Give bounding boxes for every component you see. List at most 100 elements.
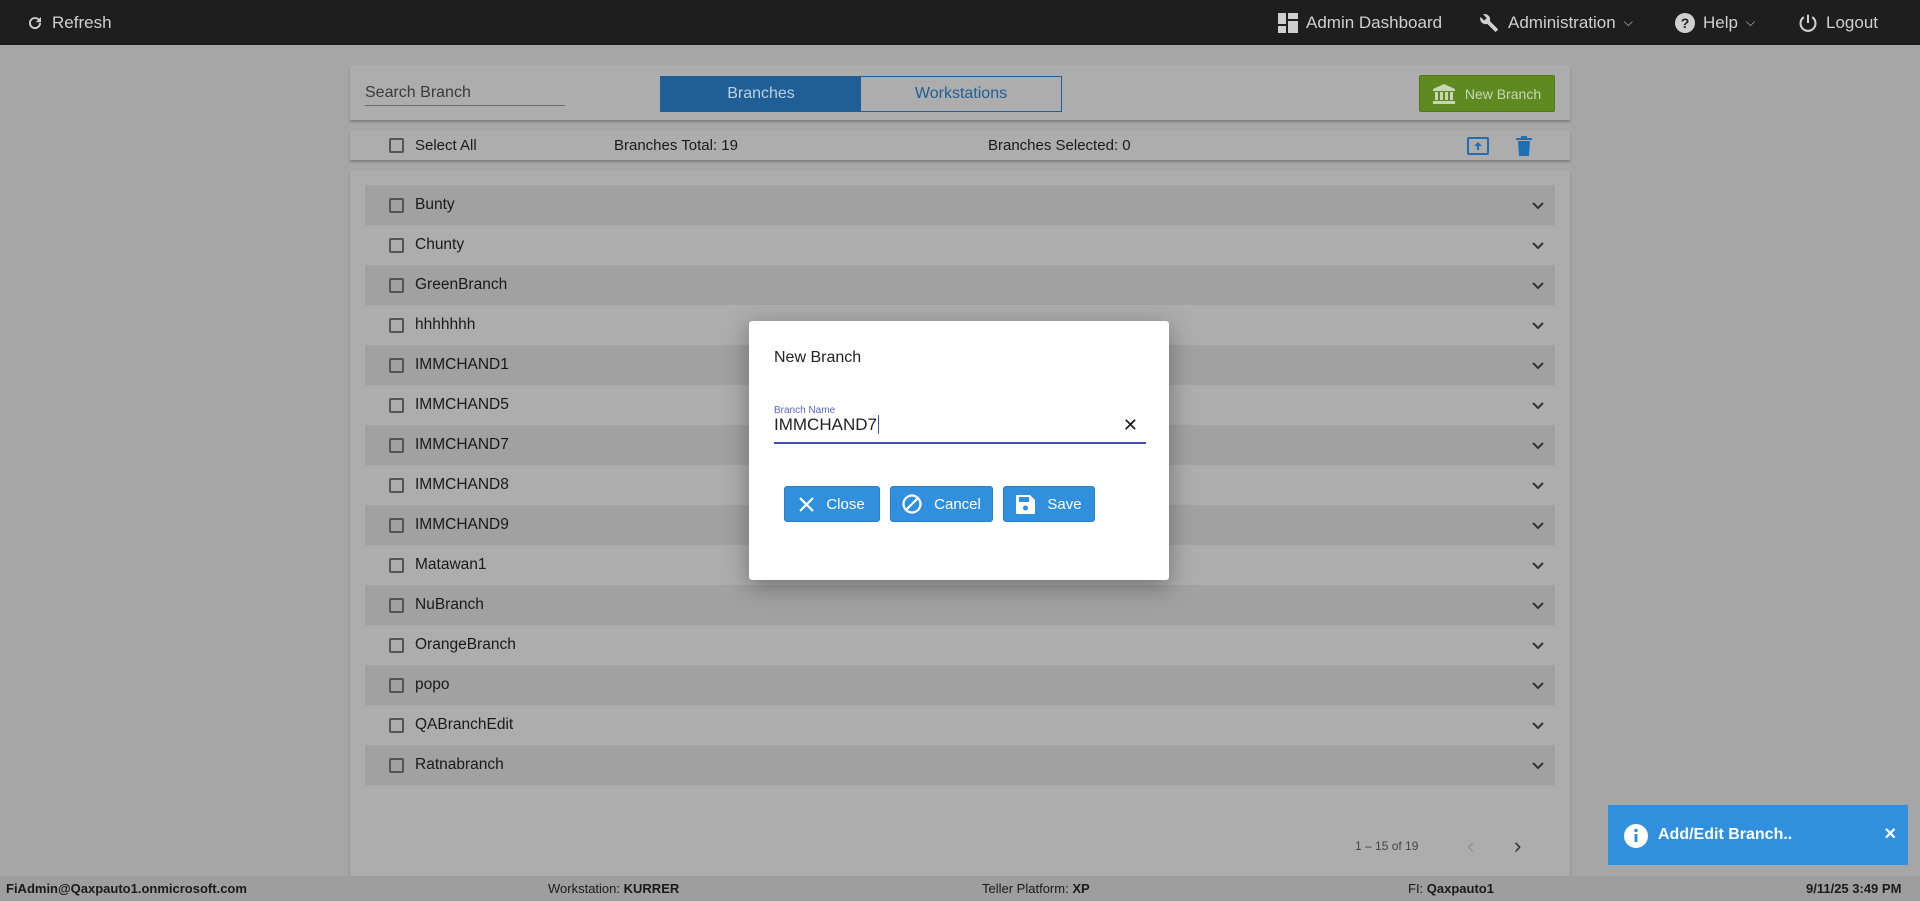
branch-checkbox[interactable]: [389, 397, 404, 413]
chevron-down-icon[interactable]: [1531, 638, 1545, 652]
branch-row[interactable]: popo: [365, 665, 1555, 705]
branch-row[interactable]: Bunty: [365, 185, 1555, 225]
branch-checkbox[interactable]: [389, 437, 404, 453]
chevron-down-icon[interactable]: [1531, 518, 1545, 532]
workstation-value: KURRER: [623, 881, 680, 896]
chevron-down-icon[interactable]: [1531, 718, 1545, 732]
logout-button[interactable]: Logout: [1798, 0, 1878, 45]
admin-dashboard-link[interactable]: Admin Dashboard: [1278, 0, 1442, 45]
toast-close-button[interactable]: ×: [1884, 823, 1896, 846]
logout-label: Logout: [1826, 12, 1878, 32]
chevron-down-icon[interactable]: [1531, 478, 1545, 492]
branch-name: IMMCHAND8: [415, 476, 509, 493]
chevron-down-icon[interactable]: [1531, 438, 1545, 452]
chevron-down-icon[interactable]: [1531, 758, 1545, 772]
branch-row[interactable]: Chunty: [365, 225, 1555, 265]
branch-name: popo: [415, 676, 450, 693]
branch-checkbox[interactable]: [389, 317, 404, 333]
branch-checkbox[interactable]: [389, 357, 404, 373]
chevron-down-icon[interactable]: [1531, 198, 1545, 212]
bank-icon: [1432, 83, 1455, 104]
tab-branches[interactable]: Branches: [661, 77, 861, 111]
new-branch-dialog: New Branch Branch Name IMMCHAND7 ✕ Close…: [749, 321, 1169, 580]
select-all[interactable]: Select All: [389, 131, 477, 160]
branch-name: GreenBranch: [415, 276, 508, 293]
branch-checkbox[interactable]: [389, 757, 404, 773]
administration-label: Administration: [1508, 12, 1616, 32]
fi-value: Qaxpauto1: [1426, 881, 1494, 896]
top-bar: Refresh Admin Dashboard Administration ⌵…: [0, 0, 1920, 45]
toast-message: Add/Edit Branch..: [1658, 826, 1793, 843]
chevron-down-icon: ⌵: [1623, 15, 1633, 29]
branch-name: Bunty: [415, 196, 455, 213]
chevron-down-icon[interactable]: [1531, 558, 1545, 572]
branch-row[interactable]: Ratnabranch: [365, 745, 1555, 785]
branch-row[interactable]: GreenBranch: [365, 265, 1555, 305]
chevron-down-icon[interactable]: [1531, 678, 1545, 692]
save-icon: [1016, 494, 1036, 514]
branch-row[interactable]: NuBranch: [365, 585, 1555, 625]
previous-page-button[interactable]: ‹: [1467, 833, 1474, 859]
branch-name: hhhhhhh: [415, 316, 476, 333]
branch-checkbox[interactable]: [389, 517, 404, 533]
save-label: Save: [1047, 495, 1082, 513]
save-button[interactable]: Save: [1003, 486, 1095, 522]
branch-name: QABranchEdit: [415, 716, 514, 733]
delete-button[interactable]: [1516, 131, 1532, 160]
branch-name-value: IMMCHAND7: [774, 415, 879, 434]
branch-checkbox[interactable]: [389, 197, 404, 213]
status-bar: FiAdmin@Qaxpauto1.onmicrosoft.com Workst…: [0, 876, 1920, 901]
branch-checkbox[interactable]: [389, 477, 404, 493]
branch-checkbox[interactable]: [389, 717, 404, 733]
branch-checkbox[interactable]: [389, 237, 404, 253]
tab-workstations[interactable]: Workstations: [861, 77, 1061, 111]
branch-name: IMMCHAND9: [415, 516, 509, 533]
fi-label: FI:: [1408, 881, 1424, 896]
upload-button[interactable]: [1467, 131, 1489, 160]
chevron-down-icon[interactable]: [1531, 358, 1545, 372]
dialog-title: New Branch: [774, 349, 862, 366]
administration-menu[interactable]: Administration ⌵: [1478, 0, 1633, 45]
next-page-button[interactable]: ›: [1514, 833, 1521, 859]
ban-icon: [902, 494, 922, 514]
new-branch-label: New Branch: [1464, 85, 1542, 102]
dashboard-icon: [1278, 12, 1298, 33]
trash-icon: [1516, 135, 1532, 156]
close-button[interactable]: Close: [784, 486, 880, 522]
select-all-checkbox[interactable]: [389, 138, 404, 153]
branches-total: Branches Total: 19: [614, 137, 738, 154]
branch-name-field[interactable]: IMMCHAND7 ✕: [774, 415, 1146, 444]
chevron-down-icon[interactable]: [1531, 238, 1545, 252]
platform-label: Teller Platform:: [982, 881, 1069, 896]
branch-checkbox[interactable]: [389, 597, 404, 613]
refresh-button[interactable]: Refresh: [26, 0, 112, 45]
branch-name: Chunty: [415, 236, 465, 253]
cancel-label: Cancel: [934, 495, 981, 513]
branch-checkbox[interactable]: [389, 277, 404, 293]
new-branch-button[interactable]: New Branch: [1419, 75, 1555, 112]
power-icon: [1799, 14, 1817, 32]
branch-row[interactable]: QABranchEdit: [365, 705, 1555, 745]
chevron-down-icon[interactable]: [1531, 318, 1545, 332]
clear-icon[interactable]: ✕: [1123, 415, 1138, 436]
cancel-button[interactable]: Cancel: [890, 486, 993, 522]
wrench-icon: [1480, 13, 1499, 32]
select-all-label: Select All: [415, 137, 477, 154]
branch-name: IMMCHAND5: [415, 396, 509, 413]
chevron-down-icon[interactable]: [1531, 398, 1545, 412]
help-label: Help: [1703, 12, 1738, 32]
chevron-down-icon[interactable]: [1531, 278, 1545, 292]
close-icon: [799, 496, 815, 512]
chevron-down-icon[interactable]: [1531, 598, 1545, 612]
branch-name: OrangeBranch: [415, 636, 516, 653]
branch-checkbox[interactable]: [389, 637, 404, 653]
help-menu[interactable]: ? Help ⌵: [1675, 0, 1755, 45]
refresh-label: Refresh: [52, 12, 112, 32]
branch-row[interactable]: OrangeBranch: [365, 625, 1555, 665]
search-branch-input[interactable]: [365, 80, 565, 106]
branch-checkbox[interactable]: [389, 557, 404, 573]
refresh-icon: [29, 16, 42, 29]
branch-checkbox[interactable]: [389, 677, 404, 693]
branch-name: Ratnabranch: [415, 756, 504, 773]
branch-name: IMMCHAND7: [415, 436, 509, 453]
